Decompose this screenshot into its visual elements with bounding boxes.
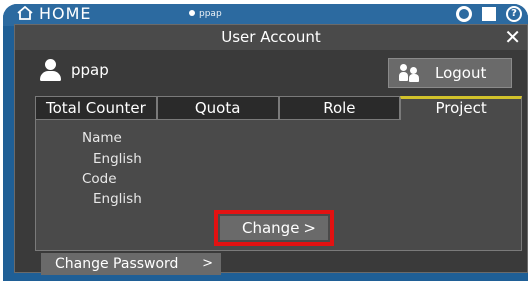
name-value: English [93, 151, 142, 167]
tab-quota[interactable]: Quota [156, 96, 279, 120]
user-icon [189, 10, 195, 16]
chevron-right-icon: > [303, 219, 316, 237]
change-password-button[interactable]: Change Password > [41, 253, 221, 275]
change-label: Change [242, 219, 300, 237]
user-name: ppap [71, 61, 109, 79]
account-tabs: Total Counter Quota Role Project [35, 96, 522, 120]
tab-project[interactable]: Project [400, 96, 522, 120]
help-icon[interactable]: ? [506, 6, 522, 22]
tab-total-counter[interactable]: Total Counter [35, 96, 157, 120]
tab-role[interactable]: Role [278, 96, 401, 120]
logout-button[interactable]: Logout [388, 58, 512, 88]
chevron-right-icon: > [202, 256, 213, 271]
change-password-label: Change Password [55, 256, 179, 272]
logout-label: Logout [435, 64, 487, 82]
users-icon [399, 64, 421, 82]
close-icon[interactable]: ✕ [504, 26, 521, 48]
code-value: English [93, 191, 142, 207]
app-frame: HOME ppap ? User Account ✕ ppap Logout T… [3, 4, 528, 281]
top-bar: HOME ppap ? [3, 4, 528, 26]
name-label: Name [82, 130, 122, 146]
gear-icon[interactable] [456, 6, 472, 22]
home-icon[interactable] [17, 6, 33, 20]
person-icon [39, 59, 63, 81]
user-account-dialog: User Account ✕ ppap Logout Total Counter… [14, 24, 528, 275]
top-user-name: ppap [199, 9, 222, 19]
top-right-icons: ? [456, 6, 522, 22]
square-icon[interactable] [482, 7, 496, 21]
change-button[interactable]: Change > [220, 216, 328, 240]
home-label[interactable]: HOME [39, 4, 92, 23]
code-label: Code [82, 171, 117, 187]
dialog-title: User Account [15, 25, 527, 50]
current-user: ppap [39, 58, 109, 82]
